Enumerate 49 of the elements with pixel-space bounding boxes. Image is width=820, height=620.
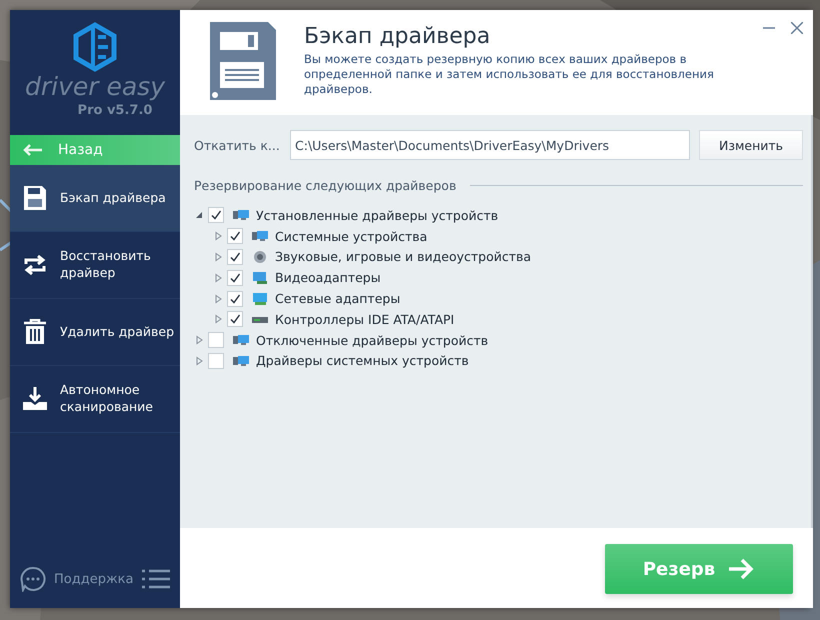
computers-icon xyxy=(251,229,269,244)
chat-bubble-icon[interactable] xyxy=(20,566,46,592)
checkbox[interactable] xyxy=(227,311,243,328)
checkbox[interactable] xyxy=(208,207,224,224)
computers-icon xyxy=(232,354,250,368)
version-label: Pro v5.7.0 xyxy=(78,103,152,118)
logo-text: driver easy xyxy=(24,74,165,99)
path-label: Откатить к... xyxy=(194,138,281,152)
collapsed-triangle-icon[interactable] xyxy=(213,272,223,283)
download-tray-icon xyxy=(22,386,48,412)
tree-item-label[interactable]: Установленные драйверы устройств xyxy=(256,208,498,223)
tree-item-label[interactable]: Сетевые адаптеры xyxy=(275,291,400,306)
expanded-triangle-icon[interactable] xyxy=(194,210,204,220)
tree-item-label[interactable]: Контроллеры IDE ATA/ATAPI xyxy=(275,312,454,327)
monitor-icon xyxy=(251,270,269,285)
arrow-left-icon xyxy=(22,143,44,157)
checkbox[interactable] xyxy=(227,290,243,307)
checkbox[interactable] xyxy=(208,352,224,369)
collapsed-triangle-icon[interactable] xyxy=(213,294,223,304)
checkbox[interactable] xyxy=(227,248,243,265)
checkbox[interactable] xyxy=(227,270,243,286)
monitor-icon xyxy=(251,292,269,306)
computers-icon xyxy=(232,208,250,222)
tree-item-label[interactable]: Отключенные драйверы устройств xyxy=(256,332,488,348)
menu-icon[interactable] xyxy=(142,568,170,590)
collapsed-triangle-icon[interactable] xyxy=(213,314,223,324)
sidebar-item[interactable]: Бэкап драйвера xyxy=(10,165,180,232)
speaker-icon xyxy=(251,250,269,264)
collapsed-triangle-icon[interactable] xyxy=(194,356,204,366)
page-title: Бэкап драйвера xyxy=(304,24,490,49)
tree-item-label[interactable]: Системные устройства xyxy=(275,228,428,244)
arrow-right-icon xyxy=(727,558,756,580)
tree-item-label[interactable]: Драйверы системных устройств xyxy=(256,353,469,368)
collapsed-triangle-icon[interactable] xyxy=(213,231,223,242)
checkbox[interactable] xyxy=(208,332,224,348)
tree-item-label[interactable]: Видеоадаптеры xyxy=(275,270,381,286)
support-link[interactable]: Поддержка xyxy=(54,572,134,586)
change-button[interactable]: Изменить xyxy=(699,130,803,160)
close-icon[interactable] xyxy=(791,22,803,34)
path-field[interactable]: C:\Users\Master\Documents\DriverEasy\MyDrivers xyxy=(290,130,690,160)
section-title: Резервирование следующих драйверов xyxy=(194,178,456,193)
tree-item-label[interactable]: Звуковые, игровые и видеоустройства xyxy=(275,249,532,264)
page-description: Вы можете создать резервную копию всех ваших драйверов в определенной папке и затем использовать ее для восстановления драйверов. xyxy=(304,52,715,98)
trash-icon xyxy=(22,319,48,345)
collapsed-triangle-icon[interactable] xyxy=(213,252,223,262)
sync-arrows-icon xyxy=(22,252,48,278)
checkbox[interactable] xyxy=(227,228,243,244)
computers-icon xyxy=(232,333,250,348)
collapsed-triangle-icon[interactable] xyxy=(194,335,204,346)
